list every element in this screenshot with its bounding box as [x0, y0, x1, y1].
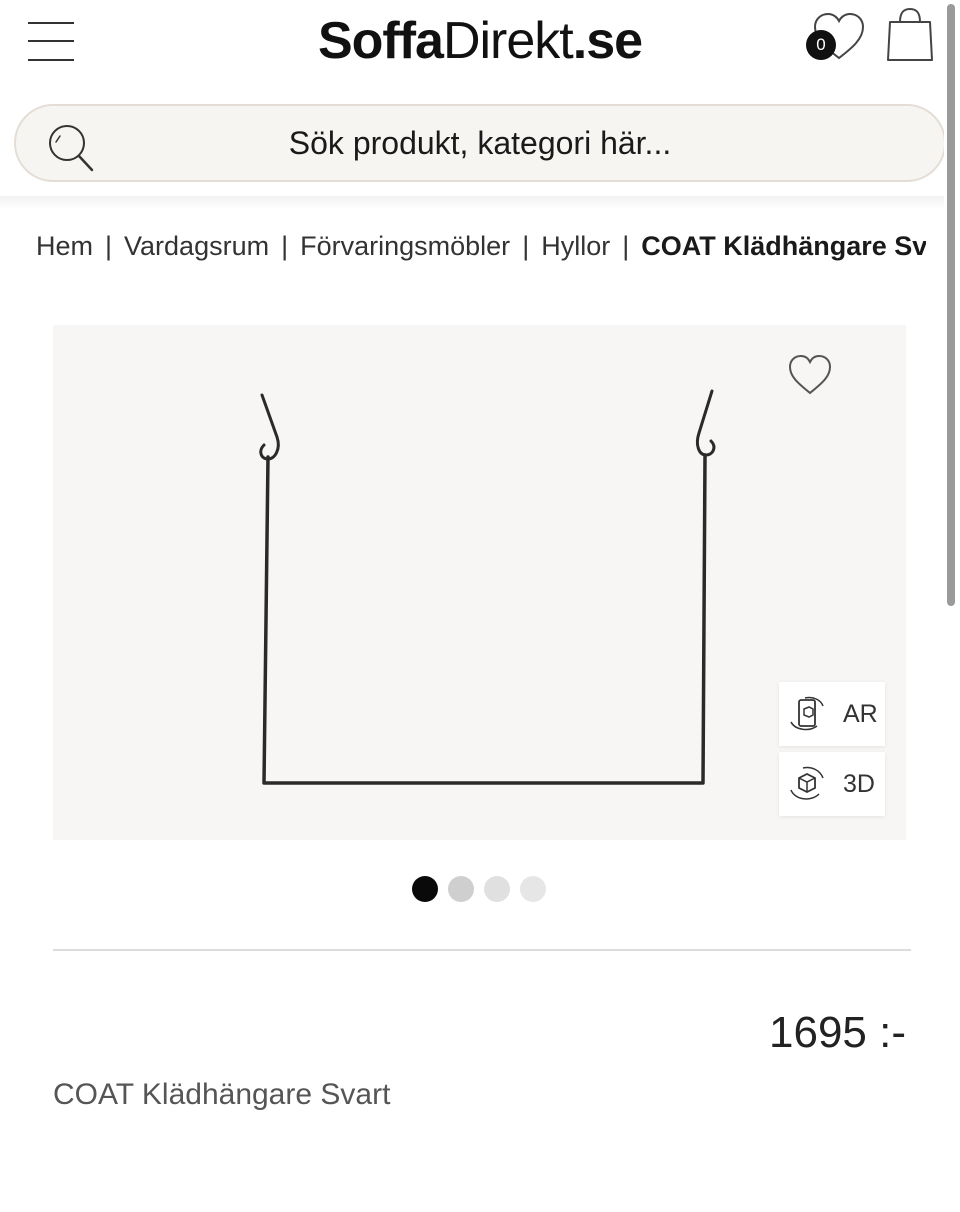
search-bar[interactable]: Sök produkt, kategori här...	[14, 104, 946, 182]
scrollbar-thumb[interactable]	[947, 4, 955, 606]
logo-part-se: .se	[572, 12, 643, 70]
3d-cube-icon	[790, 766, 824, 800]
ar-view-button[interactable]: AR	[779, 682, 885, 746]
search-input[interactable]: Sök produkt, kategori här...	[16, 106, 944, 180]
breadcrumb-forvaringsmobler[interactable]: Förvaringsmöbler	[300, 231, 510, 262]
logo-part-soffa: Soffa	[317, 12, 444, 70]
logo-part-direkt: Direkt	[442, 12, 574, 70]
cart-button[interactable]	[884, 6, 936, 64]
product-image-gallery[interactable]: AR 3D	[53, 325, 906, 840]
product-price: 1695 :-	[769, 1008, 906, 1057]
3d-label: 3D	[843, 769, 875, 798]
3d-view-button[interactable]: 3D	[779, 752, 885, 816]
heart-icon	[788, 354, 832, 395]
carousel-dot[interactable]	[448, 876, 474, 902]
breadcrumb: Hem | Vardagsrum | Förvaringsmöbler | Hy…	[36, 222, 926, 270]
divider	[53, 949, 911, 951]
product-title: COAT Klädhängare Svart	[53, 1078, 391, 1111]
breadcrumb-current: COAT Klädhängare Svart	[641, 230, 926, 261]
breadcrumb-separator: |	[522, 230, 530, 261]
breadcrumb-separator: |	[622, 230, 630, 261]
breadcrumb-separator: |	[105, 230, 113, 261]
ar-phone-icon	[790, 696, 824, 731]
ar-label: AR	[843, 699, 878, 728]
carousel-dot[interactable]	[520, 876, 546, 902]
breadcrumb-home[interactable]: Hem	[36, 231, 93, 262]
wishlist-count-badge: 0	[806, 30, 836, 60]
menu-icon[interactable]	[28, 20, 76, 64]
site-logo[interactable]: Soffa Direkt .se	[300, 8, 660, 74]
wishlist-button[interactable]: 0	[806, 10, 868, 66]
site-header: Soffa Direkt .se 0 Sök produkt, kategori h…	[0, 0, 946, 210]
breadcrumb-separator: |	[281, 230, 289, 261]
carousel-dot[interactable]	[412, 876, 438, 902]
add-to-wishlist-button[interactable]	[787, 353, 837, 401]
carousel-dot[interactable]	[484, 876, 510, 902]
shopping-bag-icon	[887, 7, 933, 61]
breadcrumb-hyllor[interactable]: Hyllor	[541, 231, 610, 262]
scrollbar[interactable]	[944, 0, 960, 1212]
breadcrumb-vardagsrum[interactable]: Vardagsrum	[124, 231, 269, 262]
carousel-dots	[412, 876, 546, 904]
header-shadow	[0, 196, 944, 210]
